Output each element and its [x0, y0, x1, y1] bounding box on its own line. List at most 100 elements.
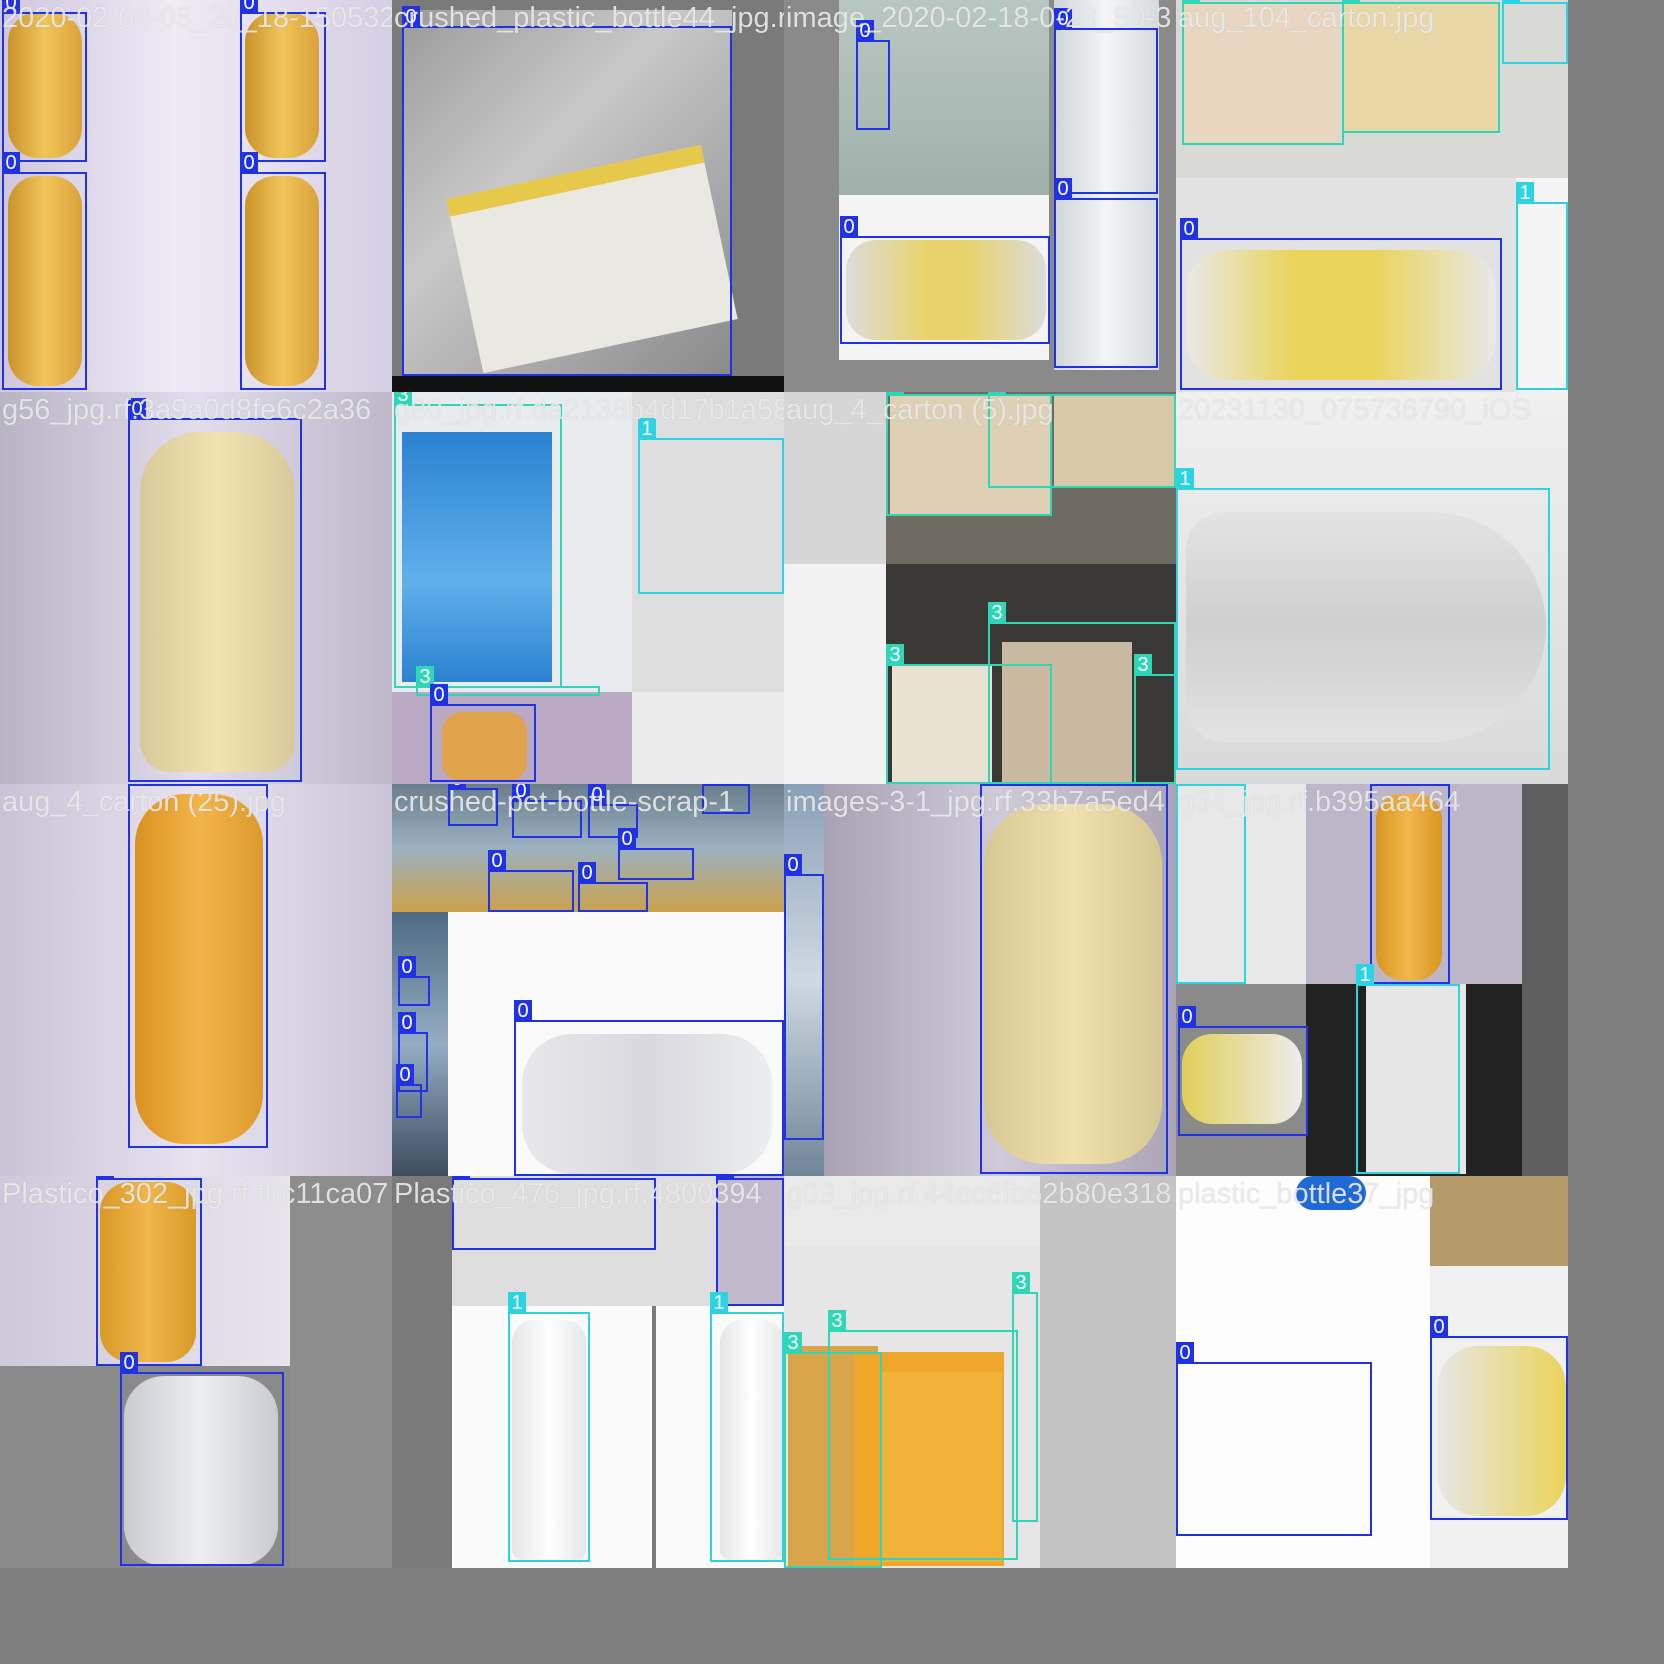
- class-label: 0: [398, 1012, 416, 1034]
- photo-background: [1040, 1176, 1176, 1568]
- mosaic-tile: 20231130_075736790_iOS 1: [1176, 392, 1568, 784]
- tile-title: images-3-1_jpg.rf.33b7a5ed4: [786, 786, 1165, 818]
- tile-title: aug_104_carton.jpg: [1178, 2, 1435, 34]
- mosaic-tile: aug_4_carton (5).jpg 3 3 3 3 3: [784, 392, 1176, 784]
- class-label: 0: [784, 854, 802, 876]
- detection-box-class-0: 0: [488, 850, 574, 912]
- tile-title: image_2020-02-18-0-28_50-3: [786, 2, 1172, 34]
- photo-background: [632, 692, 784, 784]
- training-batch-mosaic: 2020-02-04-05_20_18-150532-1 0 0 0 0 cru…: [0, 0, 1568, 1568]
- class-label: 1: [1176, 468, 1194, 490]
- photo-background: [784, 564, 886, 784]
- mosaic-tile: aug_104_carton.jpg 3 3 1 0 1: [1176, 0, 1568, 392]
- detection-box-class-0: 0: [128, 398, 302, 782]
- tile-title: g34_jpg.rf.b395aa464: [1178, 786, 1461, 818]
- detection-box-class-0: 0: [840, 216, 1050, 344]
- detection-box-class-1: 1: [1176, 468, 1550, 770]
- mosaic-tile: aug_4_carton (25).jpg 0: [0, 784, 392, 1176]
- tile-title: crushed-pet-bottle-scrap-1: [394, 786, 735, 818]
- padding-strip: [392, 376, 784, 392]
- mosaic-tile: g09_jpg.rf.44ec6fb62b80e318 3 3 3: [784, 1176, 1176, 1568]
- photo-background: [1522, 784, 1568, 1176]
- mosaic-tile: 2020-02-04-05_20_18-150532-1 0 0 0 0: [0, 0, 392, 392]
- detection-box-class-1: 1: [710, 1292, 784, 1562]
- detection-box-class-0: 0: [578, 862, 648, 912]
- detection-box-class-0: 0: [430, 684, 536, 782]
- class-label: 0: [1176, 1342, 1194, 1364]
- photo-background: [290, 1176, 392, 1568]
- class-label: 0: [488, 850, 506, 872]
- detection-box-class-0: 0: [402, 6, 732, 376]
- class-label: 0: [1430, 1316, 1448, 1338]
- detection-box-class-0: 0: [856, 20, 890, 130]
- mosaic-tile: images-3-1_jpg.rf.33b7a5ed4 0 0: [784, 784, 1176, 1176]
- tile-title: crushed_plastic_bottle44_jpg.rf.4: [394, 2, 784, 34]
- detection-box-class-3: 3: [394, 392, 562, 688]
- detection-box-class-1: 1: [508, 1292, 590, 1562]
- class-label: 0: [840, 216, 858, 238]
- class-label: 0: [398, 956, 416, 978]
- mosaic-tile: g80_jpg.rf.da2138b4d17b1a58 3 3 1 0: [392, 392, 784, 784]
- detection-box-class-3: 3: [886, 644, 1052, 784]
- detection-box-class-0: 0: [1178, 1006, 1308, 1136]
- class-label: 0: [120, 1352, 138, 1374]
- mosaic-tile: g56_jpg.rf.3a9a0d8fe6c2a36 0: [0, 392, 392, 784]
- mosaic-tile: Plastico_302_jpg.rf.fbc11ca07 0 0: [0, 1176, 392, 1568]
- class-label: 1: [1502, 0, 1520, 4]
- class-label: 0: [578, 862, 596, 884]
- detection-box-class-0: 0: [240, 152, 326, 390]
- detection-box-class-1: 1: [1516, 182, 1568, 390]
- class-label: 3: [886, 644, 904, 666]
- detection-box-class-0: 0: [1176, 1342, 1372, 1536]
- tile-title: g09_jpg.rf.44ec6fb62b80e318: [786, 1178, 1172, 1210]
- mosaic-tile: plastic_bottle37_jpg 0 0: [1176, 1176, 1568, 1568]
- class-label: 3: [784, 1332, 802, 1354]
- class-label: 0: [1180, 218, 1198, 240]
- class-label: 0: [2, 152, 20, 174]
- class-label: 0: [430, 684, 448, 706]
- photo-background: [1430, 1176, 1568, 1266]
- detection-box-class-0: 0: [398, 956, 430, 1006]
- mosaic-tile: image_2020-02-18-0-28_50-3 0 0 0 0: [784, 0, 1176, 392]
- detection-box-class-3: 3: [1134, 654, 1176, 784]
- detection-box-class-3: 3: [828, 1310, 1018, 1560]
- class-label: 0: [396, 1064, 414, 1086]
- class-label: 0: [1054, 178, 1072, 200]
- detection-box-class-0: 0: [784, 854, 824, 1140]
- class-label: 0: [514, 1000, 532, 1022]
- detection-box-class-0: 0: [514, 1000, 784, 1176]
- class-label: 3: [828, 1310, 846, 1332]
- tile-title: 20231130_075736790_iOS: [1178, 394, 1531, 426]
- detection-box-class-0: 0: [120, 1352, 284, 1566]
- class-label: 1: [1516, 182, 1534, 204]
- detection-box-class-0: 0: [1054, 8, 1158, 194]
- detection-box-class-3: 3: [1012, 1272, 1038, 1522]
- detection-box-class-0: 0: [396, 1064, 422, 1118]
- detection-box-class-0: 0: [1180, 218, 1502, 390]
- tile-title: aug_4_carton (5).jpg: [786, 394, 1054, 426]
- detection-box-class-0: 0: [618, 828, 694, 880]
- detection-box-class-0: 0: [128, 784, 268, 1148]
- detection-box-class-0: 0: [2, 152, 87, 390]
- detection-box-class-0: 0: [1054, 178, 1158, 368]
- tile-title: Plastico_302_jpg.rf.fbc11ca07: [2, 1178, 389, 1210]
- tile-title: g56_jpg.rf.3a9a0d8fe6c2a36: [2, 394, 372, 426]
- detection-box-class-1: 1: [1356, 964, 1460, 1174]
- detection-box-class-0: 0: [980, 784, 1168, 1174]
- class-label: 1: [1356, 964, 1374, 986]
- mosaic-tile: g34_jpg.rf.b395aa464 1 0 0 1: [1176, 784, 1568, 1176]
- detection-box-class-0: 0: [1430, 1316, 1568, 1520]
- class-label: 1: [508, 1292, 526, 1314]
- class-label: 0: [618, 828, 636, 850]
- mosaic-tile: Plastico_476_jpg.rf.4800394 0 0 1 1: [392, 1176, 784, 1568]
- class-label: 0: [240, 152, 258, 174]
- mosaic-tile: crushed_plastic_bottle44_jpg.rf.4 0: [392, 0, 784, 392]
- class-label: 3: [1134, 654, 1152, 676]
- tile-title: plastic_bottle37_jpg: [1178, 1178, 1435, 1210]
- class-label: 3: [988, 602, 1006, 624]
- tile-title: aug_4_carton (25).jpg: [2, 786, 286, 818]
- class-label: 0: [1178, 1006, 1196, 1028]
- mosaic-tile: crushed-pet-bottle-scrap-1 0 0 0 0 0 0 0…: [392, 784, 784, 1176]
- class-label: 3: [1012, 1272, 1030, 1294]
- tile-title: Plastico_476_jpg.rf.4800394: [394, 1178, 762, 1210]
